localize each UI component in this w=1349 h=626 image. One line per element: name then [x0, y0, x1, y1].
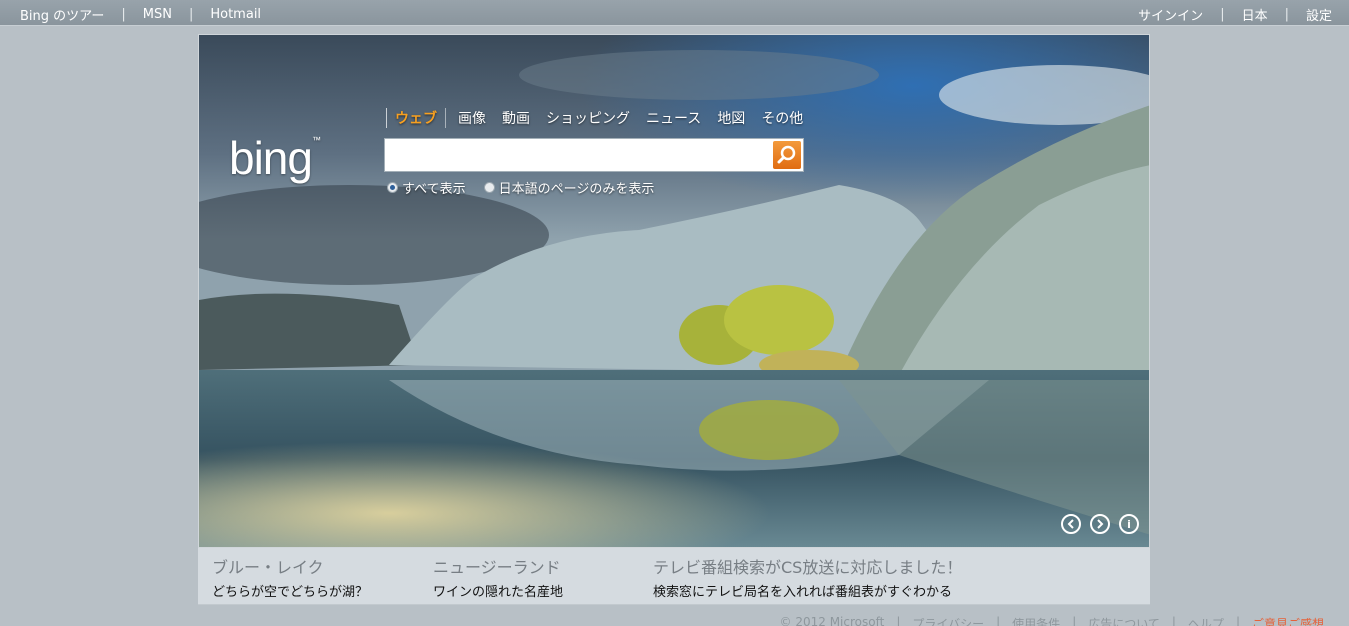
- search-input[interactable]: [389, 142, 767, 168]
- hotspot-subtitle: 検索窓にテレビ局名を入れれば番組表がすぐわかる: [653, 585, 953, 600]
- tab-news[interactable]: ニュース: [646, 108, 701, 128]
- hotspot-title: ブルー・レイク: [212, 558, 324, 577]
- bing-tour-link[interactable]: Bing のツアー: [20, 5, 104, 24]
- trademark: ™: [311, 135, 321, 145]
- search-verticals: ウェブ 画像 動画 ショッピング ニュース 地図 その他: [386, 108, 819, 128]
- logo-text: bing: [229, 132, 313, 184]
- option-japanese[interactable]: 日本語のページのみを表示: [483, 178, 655, 197]
- radio-japanese[interactable]: [483, 182, 495, 193]
- tab-maps[interactable]: 地図: [717, 108, 745, 128]
- info-icon: i: [1127, 517, 1131, 531]
- hotspot-title: ニュージーランド: [433, 558, 561, 577]
- hotspot-1[interactable]: ブルー・レイク どちらが空でどちらが湖？: [212, 554, 368, 600]
- terms-link[interactable]: 使用条件: [1012, 615, 1060, 626]
- separator: |: [896, 615, 901, 626]
- hero-image: bing™ ウェブ 画像 動画 ショッピング ニュース 地図 その他 すべて表示…: [198, 34, 1150, 548]
- separator: |: [1072, 615, 1077, 626]
- hotspot-strip: ブルー・レイク どちらが空でどちらが湖？ ニュージーランド ワインの隠れた名産地…: [198, 548, 1150, 605]
- divider: [445, 108, 446, 128]
- separator: |: [188, 7, 194, 22]
- hotspot-title: テレビ番組検索がCS放送に対応しました！: [653, 558, 963, 577]
- feedback-link[interactable]: ご意見ご感想: [1252, 615, 1324, 626]
- search-button[interactable]: [773, 141, 801, 169]
- separator: |: [1220, 7, 1225, 22]
- hotspot-3[interactable]: テレビ番組検索がCS放送に対応しました！ 検索窓にテレビ局名を入れれば番組表がす…: [653, 554, 962, 600]
- radio-all[interactable]: [387, 182, 398, 193]
- footer: © 2012 Microsoft | プライバシー | 使用条件 | 広告につい…: [780, 615, 1324, 626]
- chevron-right-icon: [1097, 519, 1104, 529]
- separator: |: [1284, 7, 1289, 22]
- top-bar: Bing のツアー | MSN | Hotmail サインイン | 日本 | 設…: [0, 0, 1349, 26]
- privacy-link[interactable]: プライバシー: [912, 615, 984, 626]
- help-link[interactable]: ヘルプ: [1188, 615, 1224, 626]
- option-all-label: すべて表示: [402, 182, 466, 197]
- separator: |: [121, 7, 126, 22]
- previous-image-button[interactable]: [1061, 514, 1081, 534]
- hotspot-subtitle: ワインの隠れた名産地: [433, 585, 564, 600]
- hotmail-link[interactable]: Hotmail: [210, 7, 261, 22]
- info-button[interactable]: i: [1119, 514, 1139, 534]
- top-bar-left: Bing のツアー | MSN | Hotmail: [20, 5, 261, 24]
- region-link[interactable]: 日本: [1242, 5, 1268, 24]
- chevron-left-icon: [1067, 519, 1074, 529]
- tab-images[interactable]: 画像: [458, 108, 486, 128]
- copyright: © 2012 Microsoft: [779, 615, 885, 626]
- search-box: [384, 138, 804, 172]
- hotspot-2[interactable]: ニュージーランド ワインの隠れた名産地: [433, 554, 563, 600]
- separator: |: [1171, 615, 1176, 626]
- advertise-link[interactable]: 広告について: [1088, 615, 1160, 626]
- hotspot-subtitle: どちらが空でどちらが湖？: [212, 585, 369, 600]
- tab-videos[interactable]: 動画: [502, 108, 530, 128]
- search-icon: [777, 145, 796, 164]
- option-japanese-label: 日本語のページのみを表示: [498, 182, 655, 197]
- separator: |: [996, 615, 1001, 626]
- tab-more[interactable]: その他: [761, 108, 803, 128]
- option-all[interactable]: すべて表示: [387, 178, 466, 197]
- image-controls: i: [1052, 514, 1139, 534]
- settings-link[interactable]: 設定: [1306, 5, 1332, 24]
- divider: [386, 108, 387, 128]
- tab-shopping[interactable]: ショッピング: [546, 108, 630, 128]
- msn-link[interactable]: MSN: [143, 7, 172, 22]
- top-bar-right: サインイン | 日本 | 設定: [1138, 5, 1332, 24]
- sign-in-link[interactable]: サインイン: [1138, 5, 1203, 24]
- next-image-button[interactable]: [1090, 514, 1110, 534]
- bing-logo[interactable]: bing™: [229, 131, 321, 185]
- tab-web[interactable]: ウェブ: [395, 108, 437, 128]
- separator: |: [1235, 615, 1240, 626]
- search-scope-options: すべて表示 日本語のページのみを表示: [387, 178, 672, 197]
